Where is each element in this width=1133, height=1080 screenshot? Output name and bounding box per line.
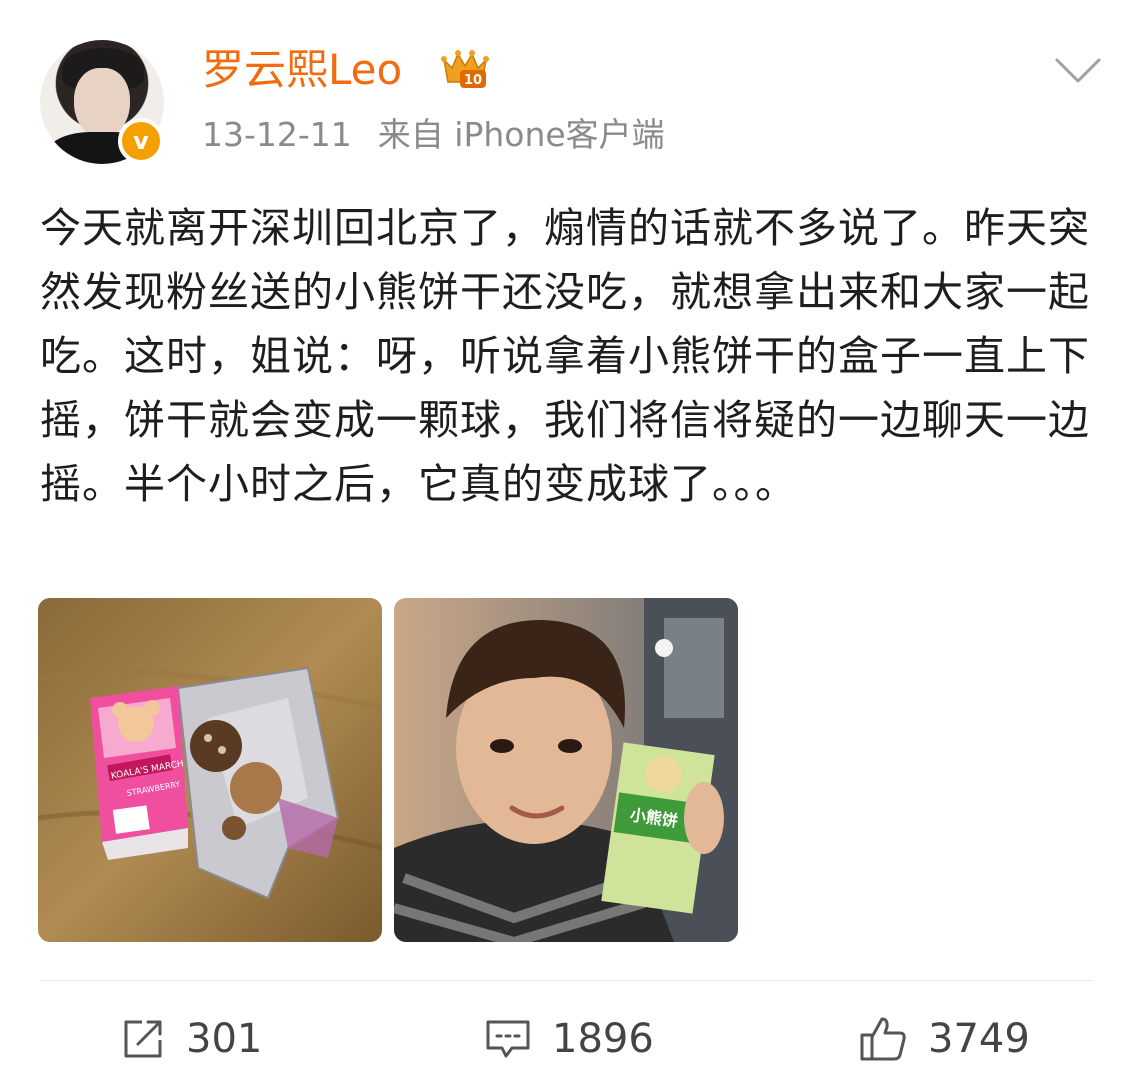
like-count: 3749 [928,1016,1030,1062]
vip-level: 10 [464,73,482,88]
like-button[interactable]: 3749 [858,1010,1030,1068]
post-text: 今天就离开深圳回北京了，煽情的话就不多说了。昨天突然发现粉丝送的小熊饼干还没吃，… [40,204,1090,508]
thumbs-up-icon [860,1017,906,1061]
share-icon [124,1020,162,1058]
selfie-photo[interactable]: 小熊饼 [394,598,738,942]
verified-icon: v [118,118,164,164]
weibo-post: v 罗云熙Leo 10 13-12-11 来自 iPhone客户端 今天就离开深圳… [0,0,1133,1080]
divider [40,980,1093,981]
comment-icon [486,1020,530,1058]
post-time: 13-12-11 [202,115,352,154]
crown-badge-icon[interactable]: 10 [438,46,492,92]
repost-count: 301 [186,1016,263,1062]
comment-button[interactable]: 1896 [484,1010,654,1068]
author-name[interactable]: 罗云熙Leo [202,42,402,98]
post-source: 来自 iPhone客户端 [377,115,665,154]
chevron-down-icon[interactable] [1054,56,1102,86]
repost-button[interactable]: 301 [120,1010,262,1068]
cookie-box-photo[interactable]: KOALA'S MARCH STRAWBERRY [38,598,382,942]
comment-count: 1896 [552,1016,654,1062]
post-meta: 13-12-11 来自 iPhone客户端 [202,112,665,158]
